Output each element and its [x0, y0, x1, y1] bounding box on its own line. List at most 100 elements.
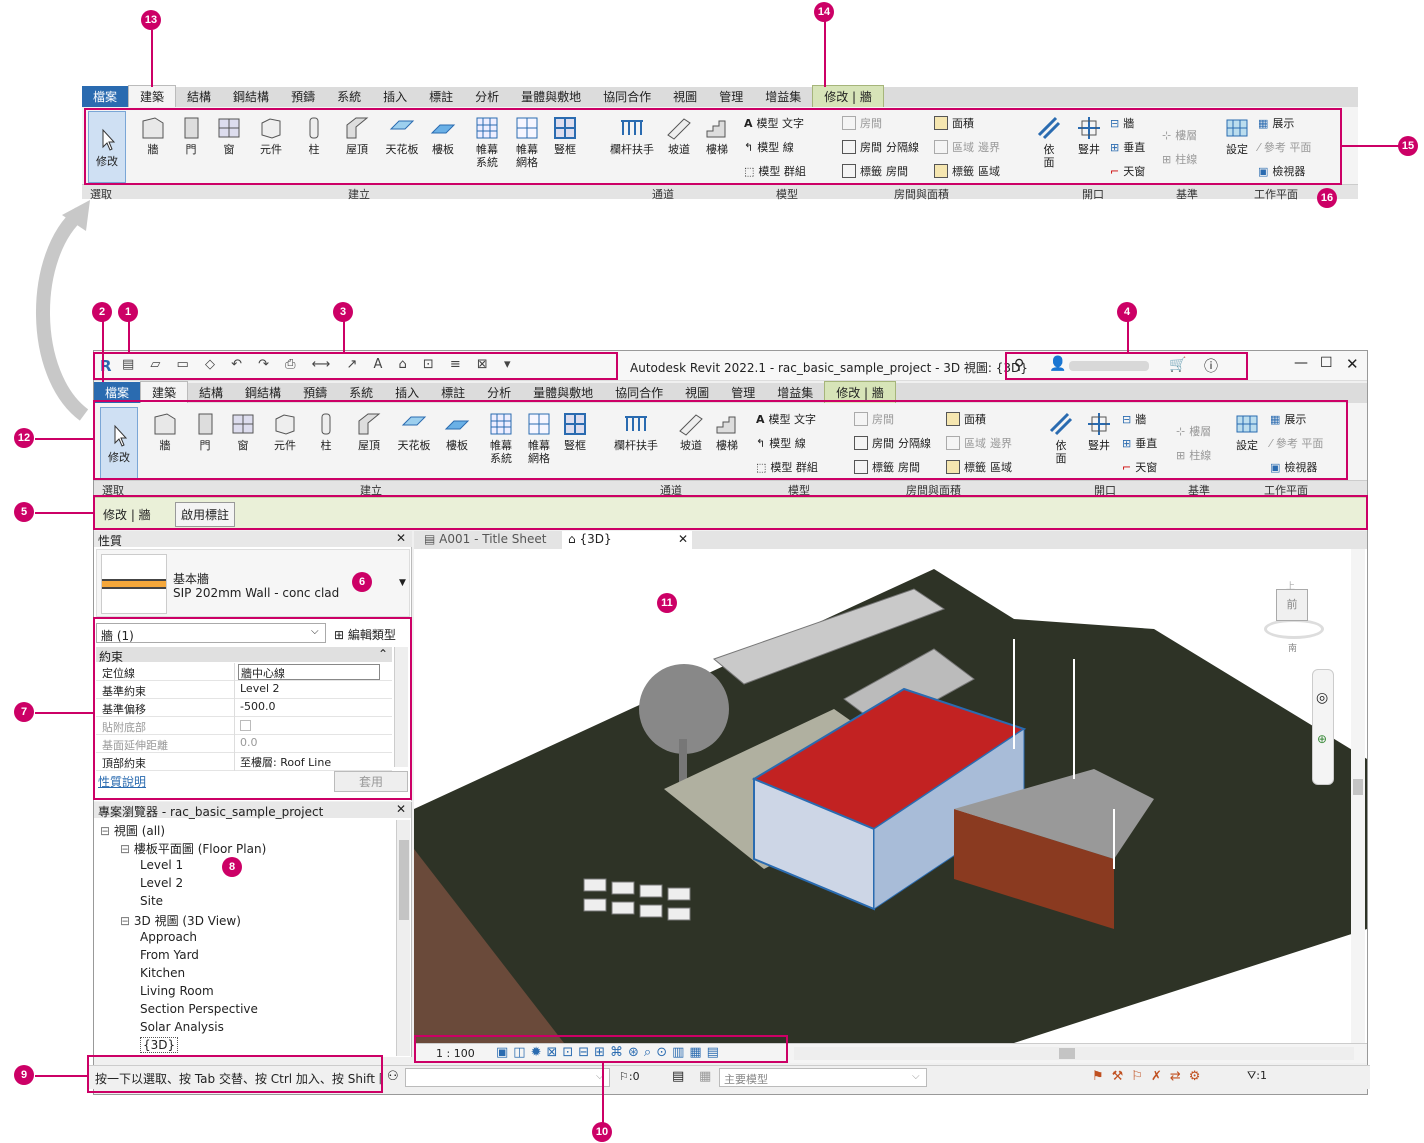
property-value[interactable]	[238, 718, 380, 734]
design-option-dropdown[interactable]: 主要模型 ⌵	[719, 1068, 927, 1087]
model-group-button[interactable]: ⬚ 模型 群組	[744, 163, 806, 179]
selection-icons[interactable]: ⚑⚒⚐✗⇄⚙	[1092, 1069, 1208, 1084]
tree-item[interactable]: Living Room	[140, 984, 214, 998]
navigation-bar[interactable]: ◎ ⊕	[1312, 669, 1334, 785]
close-icon[interactable]: ✕	[678, 532, 688, 546]
tab-file[interactable]: 檔案	[94, 382, 141, 403]
tree-item[interactable]: ⊟ 樓板平面圖 (Floor Plan)	[120, 840, 266, 857]
tab-file[interactable]: 檔案	[82, 86, 129, 107]
tab-3d[interactable]: ⌂ {3D} ✕	[562, 531, 692, 549]
zoom-icon[interactable]: ⊕	[1317, 732, 1327, 746]
curtain-system-button[interactable]: 帷幕 系統	[484, 411, 518, 465]
help-icon[interactable]: ⓘ	[1204, 356, 1218, 376]
tag-area-button[interactable]: 標籤 區域	[946, 459, 1012, 475]
floor-button[interactable]: 樓板	[426, 115, 460, 156]
maximize-button[interactable]: ☐	[1320, 355, 1333, 371]
level-button[interactable]: ⊹ 樓層	[1162, 127, 1197, 143]
tab-collaborate[interactable]: 協同合作	[604, 382, 674, 403]
mullion-button[interactable]: 豎框	[560, 411, 590, 452]
tab-addins[interactable]: 增益集	[766, 382, 824, 403]
set-workplane-button[interactable]: 設定	[1222, 115, 1252, 156]
tab-structure[interactable]: 結構	[188, 382, 234, 403]
property-value[interactable]: 0.0	[238, 736, 380, 752]
close-icon[interactable]: ✕	[396, 531, 406, 545]
expand-icon[interactable]: ⊟	[120, 842, 134, 856]
tree-item[interactable]: ⊟ 視圖 (all)	[100, 822, 165, 839]
roof-button[interactable]: 屋頂	[352, 411, 386, 452]
view-scale[interactable]: 1 : 100	[436, 1047, 475, 1060]
tree-item[interactable]: Level 1	[140, 858, 183, 872]
show-button[interactable]: ▦ 展示	[1270, 411, 1306, 427]
tab-massing[interactable]: 量體與敷地	[510, 86, 592, 107]
tree-item[interactable]: {3D}	[140, 1037, 179, 1053]
grid-button[interactable]: ⊞ 柱線	[1162, 151, 1197, 167]
wall-button[interactable]: 牆	[148, 411, 182, 452]
wall-opening-button[interactable]: ⊟ 牆	[1122, 411, 1146, 427]
viewcube[interactable]: 前 上 南	[1254, 579, 1324, 654]
room-button[interactable]: 房間	[854, 411, 894, 427]
component-button[interactable]: 元件	[268, 411, 302, 452]
ramp-button[interactable]: 坡道	[662, 115, 696, 156]
area-button[interactable]: 面積	[946, 411, 986, 427]
room2-button[interactable]: 房間 分隔線	[842, 139, 919, 155]
ref-plane-button[interactable]: ⁄ 參考 平面	[1258, 139, 1311, 155]
component-button[interactable]: 元件	[254, 115, 288, 156]
dormer-button[interactable]: ⌐ 天窗	[1122, 459, 1157, 475]
search-icon[interactable]: ⚲	[1014, 357, 1024, 373]
property-value[interactable]: -500.0	[238, 700, 380, 716]
door-button[interactable]: 門	[190, 411, 220, 452]
wall-button[interactable]: 牆	[136, 115, 170, 156]
ceiling-button[interactable]: 天花板	[382, 115, 422, 156]
close-button[interactable]: ✕	[1346, 355, 1359, 373]
property-row[interactable]: 頂部約束 至樓層: Roof Line	[96, 753, 392, 771]
wheel-icon[interactable]: ◎	[1316, 690, 1328, 706]
stair-button[interactable]: 樓梯	[710, 411, 744, 452]
by-face-button[interactable]: 依 面	[1034, 115, 1064, 169]
window-button[interactable]: 窗	[214, 115, 244, 156]
tag-room-button[interactable]: 標籤 房間	[854, 459, 920, 475]
property-value[interactable]: 至樓層: Roof Line	[238, 754, 380, 770]
tab-steel[interactable]: 鋼結構	[222, 86, 280, 107]
tab-annotate[interactable]: 標註	[418, 86, 464, 107]
enable-dimension-button[interactable]: 啟用標註	[175, 502, 236, 527]
property-row[interactable]: 貼附底部	[96, 717, 392, 735]
tab-architecture[interactable]: 建築	[140, 381, 189, 403]
grid-button[interactable]: ⊞ 柱線	[1176, 447, 1211, 463]
ref-plane-button[interactable]: ⁄ 參考 平面	[1270, 435, 1323, 451]
tab-modify-wall[interactable]: 修改 | 牆	[824, 381, 896, 403]
model-icon[interactable]: ▦	[699, 1069, 711, 1084]
model-line-button[interactable]: ↰ 模型 線	[756, 435, 806, 451]
properties-help-link[interactable]: 性質說明	[98, 773, 146, 790]
minimize-button[interactable]: —	[1294, 355, 1308, 371]
wall-opening-button[interactable]: ⊟ 牆	[1110, 115, 1134, 131]
workset-icon[interactable]: ⚇	[387, 1069, 399, 1084]
apply-button[interactable]: 套用	[334, 771, 408, 792]
door-button[interactable]: 門	[176, 115, 206, 156]
by-face-button[interactable]: 依 面	[1046, 411, 1076, 465]
tab-annotate[interactable]: 標註	[430, 382, 476, 403]
tree-item[interactable]: ⊟ 3D 視圖 (3D View)	[120, 912, 241, 929]
model-text-button[interactable]: A 模型 文字	[756, 411, 816, 427]
properties-scrollbar[interactable]	[394, 647, 408, 767]
view-scrollbar-h[interactable]	[794, 1047, 1354, 1060]
tree-item[interactable]: Solar Analysis	[140, 1020, 224, 1034]
vertical-opening-button[interactable]: ⊞ 垂直	[1110, 139, 1145, 155]
filter-count[interactable]: ⛛:1	[1247, 1069, 1267, 1083]
tab-steel[interactable]: 鋼結構	[234, 382, 292, 403]
view-scrollbar-v[interactable]	[1351, 549, 1365, 1043]
tag-area-button[interactable]: 標籤 區域	[934, 163, 1000, 179]
property-row[interactable]: 基面延伸距離 0.0	[96, 735, 392, 753]
modify-button[interactable]: 修改	[88, 111, 126, 183]
tab-systems[interactable]: 系統	[338, 382, 384, 403]
browser-scrollbar[interactable]	[396, 820, 410, 1056]
set-workplane-button[interactable]: 設定	[1232, 411, 1262, 452]
viewer-button[interactable]: ▣ 檢視器	[1258, 163, 1305, 179]
tab-modify-wall[interactable]: 修改 | 牆	[812, 85, 884, 107]
tab-systems[interactable]: 系統	[326, 86, 372, 107]
tab-title-sheet[interactable]: ▤ A001 - Title Sheet	[418, 532, 552, 546]
tab-analyze[interactable]: 分析	[464, 86, 510, 107]
tab-collaborate[interactable]: 協同合作	[592, 86, 662, 107]
vertical-opening-button[interactable]: ⊞ 垂直	[1122, 435, 1157, 451]
tab-structure[interactable]: 結構	[176, 86, 222, 107]
property-value[interactable]: Level 2	[238, 682, 380, 698]
